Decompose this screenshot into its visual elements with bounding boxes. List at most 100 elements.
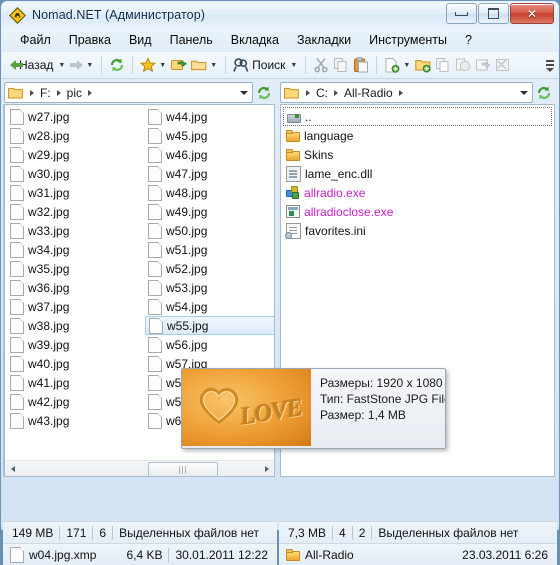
list-item[interactable]: language xyxy=(281,126,554,145)
list-item[interactable]: w56.jpg xyxy=(143,335,274,354)
list-item[interactable]: w32.jpg xyxy=(5,202,143,221)
right-breadcrumb-folder[interactable]: All-Radio xyxy=(342,86,395,100)
list-item[interactable]: w55.jpg xyxy=(145,316,275,335)
list-item[interactable]: w27.jpg xyxy=(5,107,143,126)
list-item[interactable]: w51.jpg xyxy=(143,240,274,259)
left-scroll-thumb[interactable]: ||| xyxy=(148,462,218,476)
copy-button[interactable] xyxy=(331,54,351,76)
new-file-button[interactable] xyxy=(382,54,402,76)
favorites-button[interactable] xyxy=(138,54,158,76)
toolbar-overflow-button[interactable] xyxy=(545,56,555,74)
list-item[interactable]: w46.jpg xyxy=(143,145,274,164)
list-item[interactable]: w36.jpg xyxy=(5,278,143,297)
file-name: w36.jpg xyxy=(28,280,70,295)
list-item[interactable]: allradio.exe xyxy=(281,183,554,202)
paste-button[interactable] xyxy=(351,54,371,76)
left-scroll-track[interactable]: ||| xyxy=(20,461,259,476)
left-breadcrumb-drive[interactable]: F: xyxy=(38,86,53,100)
list-item[interactable]: w52.jpg xyxy=(143,259,274,278)
close-button[interactable]: ✕ xyxy=(510,3,554,24)
toolbar-separator-4 xyxy=(305,56,307,74)
edit-button[interactable] xyxy=(493,54,513,76)
list-item[interactable]: w39.jpg xyxy=(5,335,143,354)
list-item[interactable]: w33.jpg xyxy=(5,221,143,240)
list-item[interactable]: w42.jpg xyxy=(5,392,143,411)
file-name: w31.jpg xyxy=(28,185,70,200)
search-button[interactable]: Поиск xyxy=(231,54,289,76)
forward-dropdown-icon[interactable]: ▼ xyxy=(86,62,93,69)
menu-item-edit[interactable]: Правка xyxy=(60,31,120,49)
cut-button[interactable] xyxy=(311,54,331,76)
minimize-button[interactable] xyxy=(446,3,477,24)
list-item[interactable]: w29.jpg xyxy=(5,145,143,164)
list-item[interactable]: w45.jpg xyxy=(143,126,274,145)
file-name: w48.jpg xyxy=(166,185,208,200)
forward-button[interactable] xyxy=(68,54,85,76)
left-breadcrumb-folder[interactable]: pic xyxy=(65,86,84,100)
paste-icon xyxy=(353,57,369,73)
list-item[interactable]: w47.jpg xyxy=(143,164,274,183)
list-item[interactable]: w50.jpg xyxy=(143,221,274,240)
scroll-right-arrow-icon[interactable] xyxy=(259,461,274,476)
left-address-bar[interactable]: F: pic xyxy=(4,82,254,103)
left-address-dropdown[interactable] xyxy=(237,83,251,102)
maximize-button[interactable] xyxy=(478,3,509,24)
new-folder2-button[interactable] xyxy=(413,54,433,76)
menu-item-file[interactable]: Файл xyxy=(11,31,60,49)
pack-button[interactable] xyxy=(453,54,473,76)
list-item[interactable]: w49.jpg xyxy=(143,202,274,221)
move-button[interactable] xyxy=(473,54,493,76)
list-item[interactable]: w31.jpg xyxy=(5,183,143,202)
list-item[interactable]: .. xyxy=(283,107,552,126)
list-item[interactable]: w48.jpg xyxy=(143,183,274,202)
right-address-bar[interactable]: C: All-Radio xyxy=(280,82,533,103)
file-name: w30.jpg xyxy=(28,166,70,181)
list-item[interactable]: lame_enc.dll xyxy=(281,164,554,183)
left-horizontal-scrollbar[interactable]: ||| xyxy=(5,460,275,476)
right-breadcrumb-drive[interactable]: C: xyxy=(314,86,330,100)
right-refresh-button[interactable] xyxy=(533,82,555,103)
file-icon xyxy=(148,374,162,391)
list-item[interactable]: favorites.ini xyxy=(281,221,554,240)
menu-item-bookmarks[interactable]: Закладки xyxy=(288,31,360,49)
list-item[interactable]: w43.jpg xyxy=(5,411,143,430)
left-refresh-button[interactable] xyxy=(253,82,275,103)
list-item[interactable]: w53.jpg xyxy=(143,278,274,297)
new-folder-button[interactable] xyxy=(189,54,209,76)
list-item[interactable]: w41.jpg xyxy=(5,373,143,392)
duplicate-button[interactable] xyxy=(433,54,453,76)
new-file-dropdown-icon[interactable]: ▼ xyxy=(403,62,410,69)
forward-arrow-icon xyxy=(70,60,84,70)
close-icon: ✕ xyxy=(526,6,538,21)
list-item[interactable]: w40.jpg xyxy=(5,354,143,373)
right-selection-status: Выделенных файлов нет xyxy=(378,525,519,540)
list-item[interactable]: w35.jpg xyxy=(5,259,143,278)
scroll-left-arrow-icon[interactable] xyxy=(5,461,20,476)
list-item[interactable]: w54.jpg xyxy=(143,297,274,316)
move-icon xyxy=(475,57,491,73)
back-button[interactable]: Назад xyxy=(8,54,57,76)
menu-item-view[interactable]: Вид xyxy=(120,31,161,49)
folder-icon xyxy=(284,86,299,99)
menu-item-panel[interactable]: Панель xyxy=(161,31,222,49)
favorites-dropdown-icon[interactable]: ▼ xyxy=(159,62,166,69)
refresh-button[interactable] xyxy=(107,54,127,76)
list-item[interactable]: w38.jpg xyxy=(5,316,143,335)
menu-item-tab[interactable]: Вкладка xyxy=(222,31,288,49)
list-item[interactable]: w30.jpg xyxy=(5,164,143,183)
list-item[interactable]: Skins xyxy=(281,145,554,164)
list-item[interactable]: w37.jpg xyxy=(5,297,143,316)
list-item[interactable]: w34.jpg xyxy=(5,240,143,259)
list-item[interactable]: w28.jpg xyxy=(5,126,143,145)
file-icon xyxy=(10,279,24,296)
file-name: w47.jpg xyxy=(166,166,208,181)
open-folder-button[interactable] xyxy=(169,54,189,76)
right-address-dropdown[interactable] xyxy=(517,83,531,102)
list-item[interactable]: w44.jpg xyxy=(143,107,274,126)
search-dropdown-icon[interactable]: ▼ xyxy=(290,62,297,69)
back-dropdown-icon[interactable]: ▼ xyxy=(58,62,65,69)
list-item[interactable]: allradioclose.exe xyxy=(281,202,554,221)
folder-dropdown-icon[interactable]: ▼ xyxy=(210,62,217,69)
menu-item-tools[interactable]: Инструменты xyxy=(360,31,456,49)
menu-item-help[interactable]: ? xyxy=(456,31,481,49)
